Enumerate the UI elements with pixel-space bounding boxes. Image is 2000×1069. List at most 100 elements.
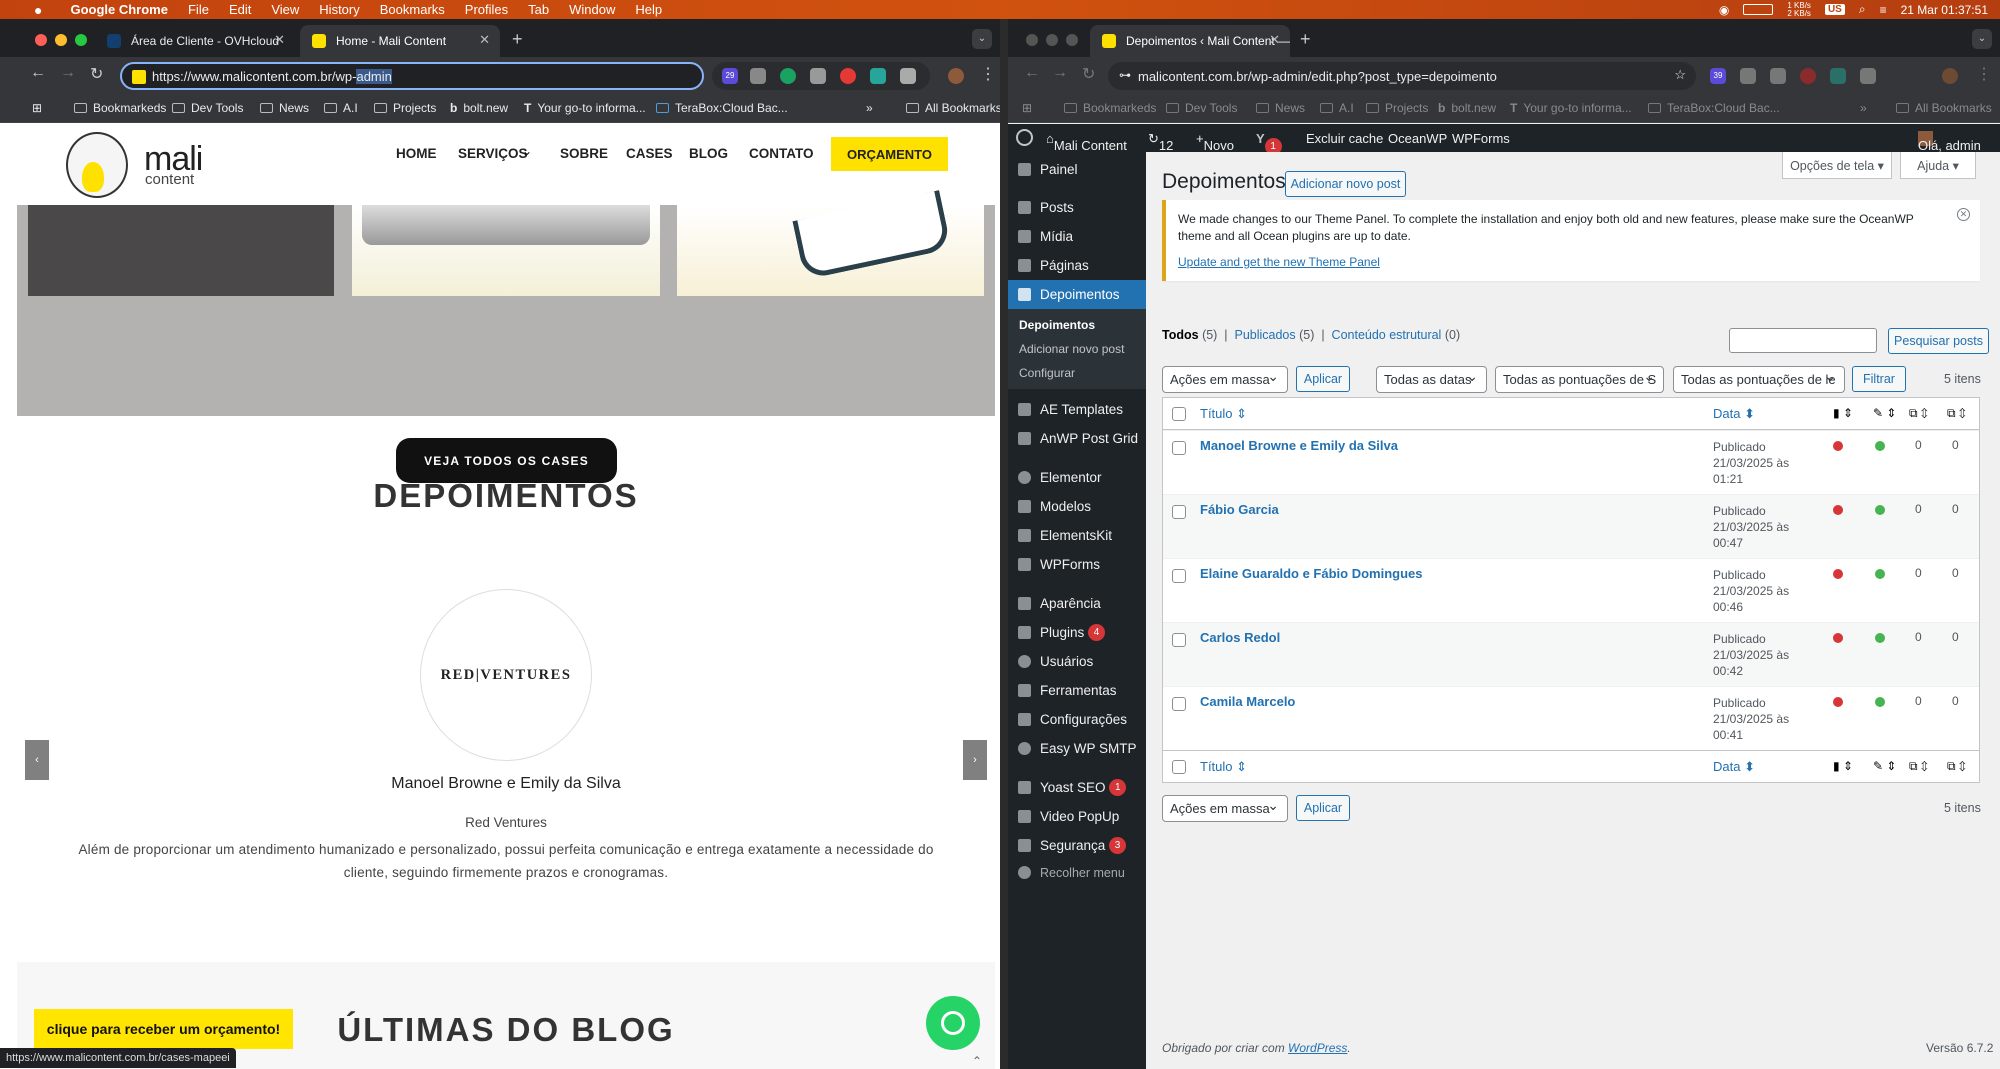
zoom-window-button[interactable] — [75, 34, 87, 46]
menu-view[interactable]: View — [271, 2, 299, 17]
screen-extension-icon[interactable] — [1830, 68, 1846, 84]
bookmark-projects[interactable]: Projects — [1366, 101, 1428, 115]
admin-bar-site[interactable]: ⌂ Mali Content — [1046, 131, 1127, 153]
admin-bar-yoast[interactable]: Y 1 — [1256, 131, 1282, 155]
wordpress-logo-icon[interactable] — [1016, 129, 1033, 146]
window-divider[interactable] — [1000, 19, 1008, 1069]
nav-blog[interactable]: BLOG — [689, 146, 728, 161]
bookmark-bolt[interactable]: b bolt.new — [1438, 101, 1496, 115]
whatsapp-icon[interactable] — [926, 996, 980, 1050]
bookmark-ai[interactable]: A.I — [1320, 101, 1354, 115]
forward-icon[interactable]: → — [1052, 64, 1068, 82]
menu-video-popup[interactable]: Video PopUp — [1008, 802, 1146, 831]
search-posts-button[interactable]: Pesquisar posts — [1888, 328, 1989, 354]
menu-elementor[interactable]: Elementor — [1008, 463, 1146, 492]
menu-aparencia[interactable]: Aparência — [1008, 589, 1146, 618]
menu-file[interactable]: File — [188, 2, 209, 17]
bookmark-your-go-to[interactable]: T Your go-to informa... — [524, 101, 646, 115]
all-bookmarks[interactable]: All Bookmarks — [906, 101, 1000, 115]
address-bar[interactable]: https://www.malicontent.com.br/wp-admin — [120, 62, 704, 90]
battery-icon[interactable] — [1743, 4, 1774, 15]
all-bookmarks[interactable]: All Bookmarks — [1896, 101, 1992, 115]
nav-cases[interactable]: CASES — [626, 146, 673, 161]
k-extension-icon[interactable] — [780, 68, 796, 84]
tab-search-chevron-icon[interactable]: ⌄ — [1972, 29, 1992, 49]
screen-options-button[interactable]: Opções de tela ▾ — [1782, 152, 1892, 179]
orcamento-button[interactable]: ORÇAMENTO — [831, 137, 948, 171]
apps-icon[interactable]: ⊞ — [32, 101, 42, 115]
zoom-window-button[interactable] — [1066, 34, 1078, 46]
readability-column-icon[interactable]: ✎ ⇕ — [1873, 406, 1896, 420]
menu-history[interactable]: History — [319, 2, 359, 17]
cta-orcamento-button[interactable]: clique para receber um orçamento! — [34, 1009, 293, 1049]
menu-recolher[interactable]: Recolher menu — [1008, 858, 1146, 887]
app-name[interactable]: Google Chrome — [70, 2, 168, 17]
new-tab-icon[interactable]: + — [512, 29, 523, 50]
submenu-depoimentos[interactable]: Depoimentos — [1019, 318, 1095, 332]
apple-icon[interactable]: ● — [34, 2, 42, 18]
bookmark-projects[interactable]: Projects — [374, 101, 436, 115]
bulk-actions-select[interactable]: Ações em massa — [1162, 366, 1288, 393]
admin-bar-wpforms[interactable]: WPForms — [1452, 131, 1510, 146]
menu-posts[interactable]: Posts — [1008, 193, 1146, 222]
admin-bar-oceanwp[interactable]: OceanWP — [1388, 131, 1447, 146]
menu-profiles[interactable]: Profiles — [465, 2, 508, 17]
profile-avatar[interactable] — [948, 68, 964, 84]
nav-servicos[interactable]: SERVIÇOS — [458, 146, 528, 161]
reload-icon[interactable]: ↻ — [1082, 64, 1095, 84]
admin-bar-updates[interactable]: ↻ 12 — [1148, 131, 1173, 153]
view-all[interactable]: Todos — [1162, 328, 1199, 342]
clock[interactable]: 21 Mar 01:37:51 — [1901, 3, 1988, 17]
post-title-link[interactable]: Fábio Garcia — [1200, 502, 1279, 517]
more-bookmarks-icon[interactable]: » — [866, 101, 873, 115]
bookmark-your-go-to[interactable]: T Your go-to informa... — [1510, 101, 1632, 115]
select-all-checkbox[interactable] — [1172, 407, 1186, 421]
close-tab-icon[interactable]: ✕ — [479, 32, 490, 48]
camera-extension-icon[interactable] — [1740, 68, 1756, 84]
menu-ferramentas[interactable]: Ferramentas — [1008, 676, 1146, 705]
chevron-down-icon[interactable]: ⌄ — [522, 144, 532, 158]
camera-extension-icon[interactable] — [750, 68, 766, 84]
forward-icon[interactable]: → — [60, 64, 76, 82]
bookmark-dev-tools[interactable]: Dev Tools — [1166, 101, 1237, 115]
linked-column-icon[interactable]: ⧉ ⇕ — [1947, 759, 1966, 774]
minimize-window-button[interactable] — [1046, 34, 1058, 46]
post-title-link[interactable]: Carlos Redol — [1200, 630, 1280, 645]
menu-window[interactable]: Window — [569, 2, 615, 17]
admin-bar-cache[interactable]: Excluir cache — [1306, 131, 1383, 146]
bookmark-terabox[interactable]: TeraBox:Cloud Bac... — [656, 101, 788, 115]
bookmark-star-icon[interactable]: ☆ — [1674, 67, 1686, 83]
close-tab-icon[interactable]: ✕ — [1269, 32, 1280, 48]
menu-wpforms[interactable]: WPForms — [1008, 550, 1146, 579]
submenu-configurar[interactable]: Configurar — [1019, 366, 1075, 380]
close-window-button[interactable] — [1026, 34, 1038, 46]
creative-cloud-icon[interactable]: ◉ — [1719, 3, 1729, 17]
control-center-icon[interactable]: ≡ — [1880, 3, 1887, 17]
apps-icon[interactable]: ⊞ — [1022, 101, 1032, 115]
menu-usuarios[interactable]: Usuários — [1008, 647, 1146, 676]
keyboard-language[interactable]: US — [1824, 4, 1845, 15]
row-checkbox[interactable] — [1172, 569, 1186, 583]
bookmark-news[interactable]: News — [1256, 101, 1305, 115]
menu-bookmarks[interactable]: Bookmarks — [380, 2, 445, 17]
seo-column-icon[interactable]: ▮ ⇕ — [1833, 406, 1853, 420]
reload-icon[interactable]: ↻ — [90, 64, 103, 84]
carousel-prev-button[interactable]: ‹ — [25, 740, 49, 780]
row-checkbox[interactable] — [1172, 505, 1186, 519]
mali-owl-logo-icon[interactable] — [66, 132, 128, 198]
puzzle-extension-icon[interactable] — [1860, 68, 1876, 84]
bookmark-bookmarkeds[interactable]: Bookmarkeds — [1064, 101, 1156, 115]
dismiss-notice-icon[interactable]: ✕ — [1957, 208, 1970, 221]
search-icon[interactable]: ⌕ — [1859, 2, 1866, 17]
readability-score-filter-select[interactable]: Todas as pontuações de le — [1673, 366, 1845, 393]
nav-sobre[interactable]: SOBRE — [560, 146, 608, 161]
linked-column-icon[interactable]: ⧉ ⇕ — [1947, 406, 1966, 421]
back-icon[interactable]: ← — [1024, 64, 1040, 82]
seo-score-filter-select[interactable]: Todas as pontuações de S — [1495, 366, 1664, 393]
bookmark-news[interactable]: News — [260, 101, 309, 115]
tab-ovhcloud[interactable]: Área de Cliente - OVHcloud ✕ — [95, 25, 295, 57]
admin-bar-greeting[interactable]: Olá, admin — [1918, 131, 1981, 153]
extension-badge-icon[interactable]: 39 — [1710, 68, 1726, 84]
puzzle-extension-icon[interactable] — [900, 68, 916, 84]
chrome-menu-icon[interactable]: ⋮ — [980, 64, 996, 84]
